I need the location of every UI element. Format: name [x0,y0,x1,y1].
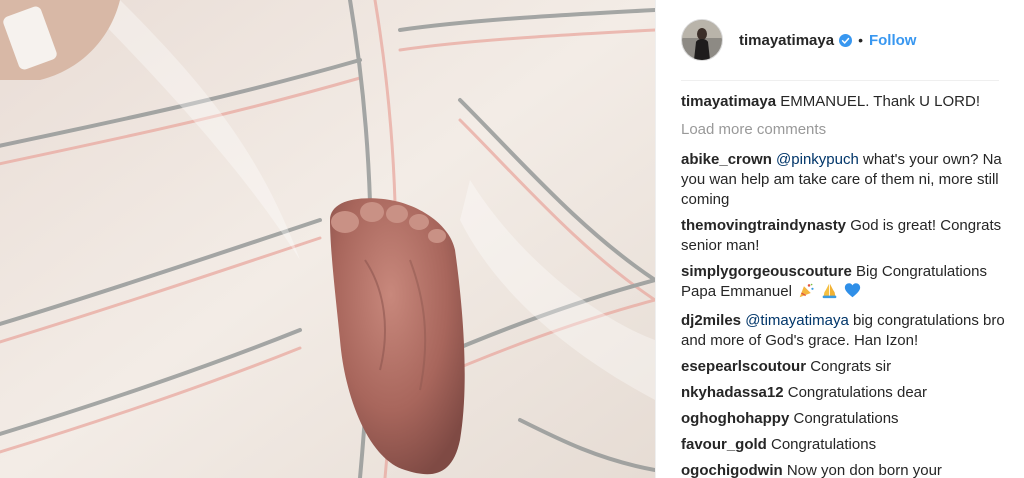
comment-text: Congratulations [789,410,899,427]
post-caption: timayatimaya EMMANUEL. Thank U LORD! [681,92,1010,112]
verified-badge-icon [839,33,853,47]
comment-username[interactable]: favour_gold [681,436,767,453]
comment-item: simplygorgeouscouture Big Congratulation… [681,262,1010,305]
praying-hands-icon [821,282,838,305]
follow-button[interactable]: Follow [869,32,917,49]
comment-text: Now yon don born your [782,462,942,478]
comment-mention[interactable]: @pinkypuch [776,151,859,168]
comment-username[interactable]: esepearlscoutour [681,358,806,375]
comment-item: nkyhadassa12 Congratulations dear [681,383,1010,403]
caption-username[interactable]: timayatimaya [681,93,776,110]
header-username[interactable]: timayatimaya [739,32,834,49]
post-header: timayatimaya • Follow [681,0,999,81]
separator-dot: • [858,32,863,48]
comment-username[interactable]: ogochigodwin [681,462,783,478]
comment-item: dj2miles @timayatimaya big congratulatio… [681,311,1010,351]
instagram-post: timayatimaya • Follow timayatimaya EMMAN… [0,0,1024,478]
baby-foot-photo [0,0,655,478]
comment-item: favour_gold Congratulations [681,435,1010,455]
comment-list: timayatimaya EMMANUEL. Thank U LORD! Loa… [681,92,1010,478]
avatar-image [682,20,722,60]
comment-item: themovingtraindynasty God is great! Cong… [681,216,1010,256]
post-photo[interactable] [0,0,655,478]
comment-mention[interactable]: @timayatimaya [745,312,849,329]
avatar[interactable] [681,19,723,61]
blue-heart-icon [844,282,861,305]
comment-item: ogochigodwin Now yon don born your [681,461,1010,478]
comment-item: esepearlscoutour Congrats sir [681,357,1010,377]
comment-username[interactable]: abike_crown [681,151,772,168]
comment-username[interactable]: simplygorgeouscouture [681,263,852,280]
comment-text: Congratulations [766,436,877,453]
comment-item: abike_crown @pinkypuch what's your own? … [681,150,1010,210]
comments-panel: timayatimaya • Follow timayatimaya EMMAN… [655,0,1024,478]
comment-username[interactable]: oghoghohappy [681,410,789,427]
comment-text: Congratulations dear [783,384,928,401]
comment-username[interactable]: themovingtraindynasty [681,217,846,234]
comment-username[interactable]: dj2miles [681,312,741,329]
comment-username[interactable]: nkyhadassa12 [681,384,784,401]
load-more-comments-button[interactable]: Load more comments [681,120,1010,140]
comment-item: oghoghohappy Congratulations [681,409,1010,429]
caption-text: EMMANUEL. Thank U LORD! [780,93,981,110]
comment-text: Congrats sir [806,358,892,375]
party-popper-icon [798,282,815,305]
